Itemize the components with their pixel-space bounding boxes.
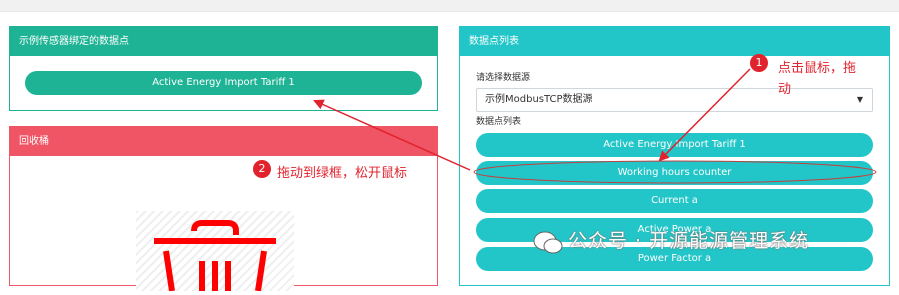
step-2-text: 拖动到绿框，松开鼠标 xyxy=(277,166,408,181)
highlight-ellipse xyxy=(473,160,877,184)
watermark-text: 公众号 · 开源能源管理系统 xyxy=(568,230,810,252)
drag-arrow-2 xyxy=(313,99,471,171)
drag-arrow-1 xyxy=(658,68,751,162)
step-1-text: 点击鼠标，拖 xyxy=(778,61,857,76)
step-1-badge: 1 xyxy=(750,54,768,72)
step-2-badge: 2 xyxy=(253,160,271,178)
wechat-icon xyxy=(533,231,563,254)
step-1-text-line2: 动 xyxy=(778,82,792,97)
